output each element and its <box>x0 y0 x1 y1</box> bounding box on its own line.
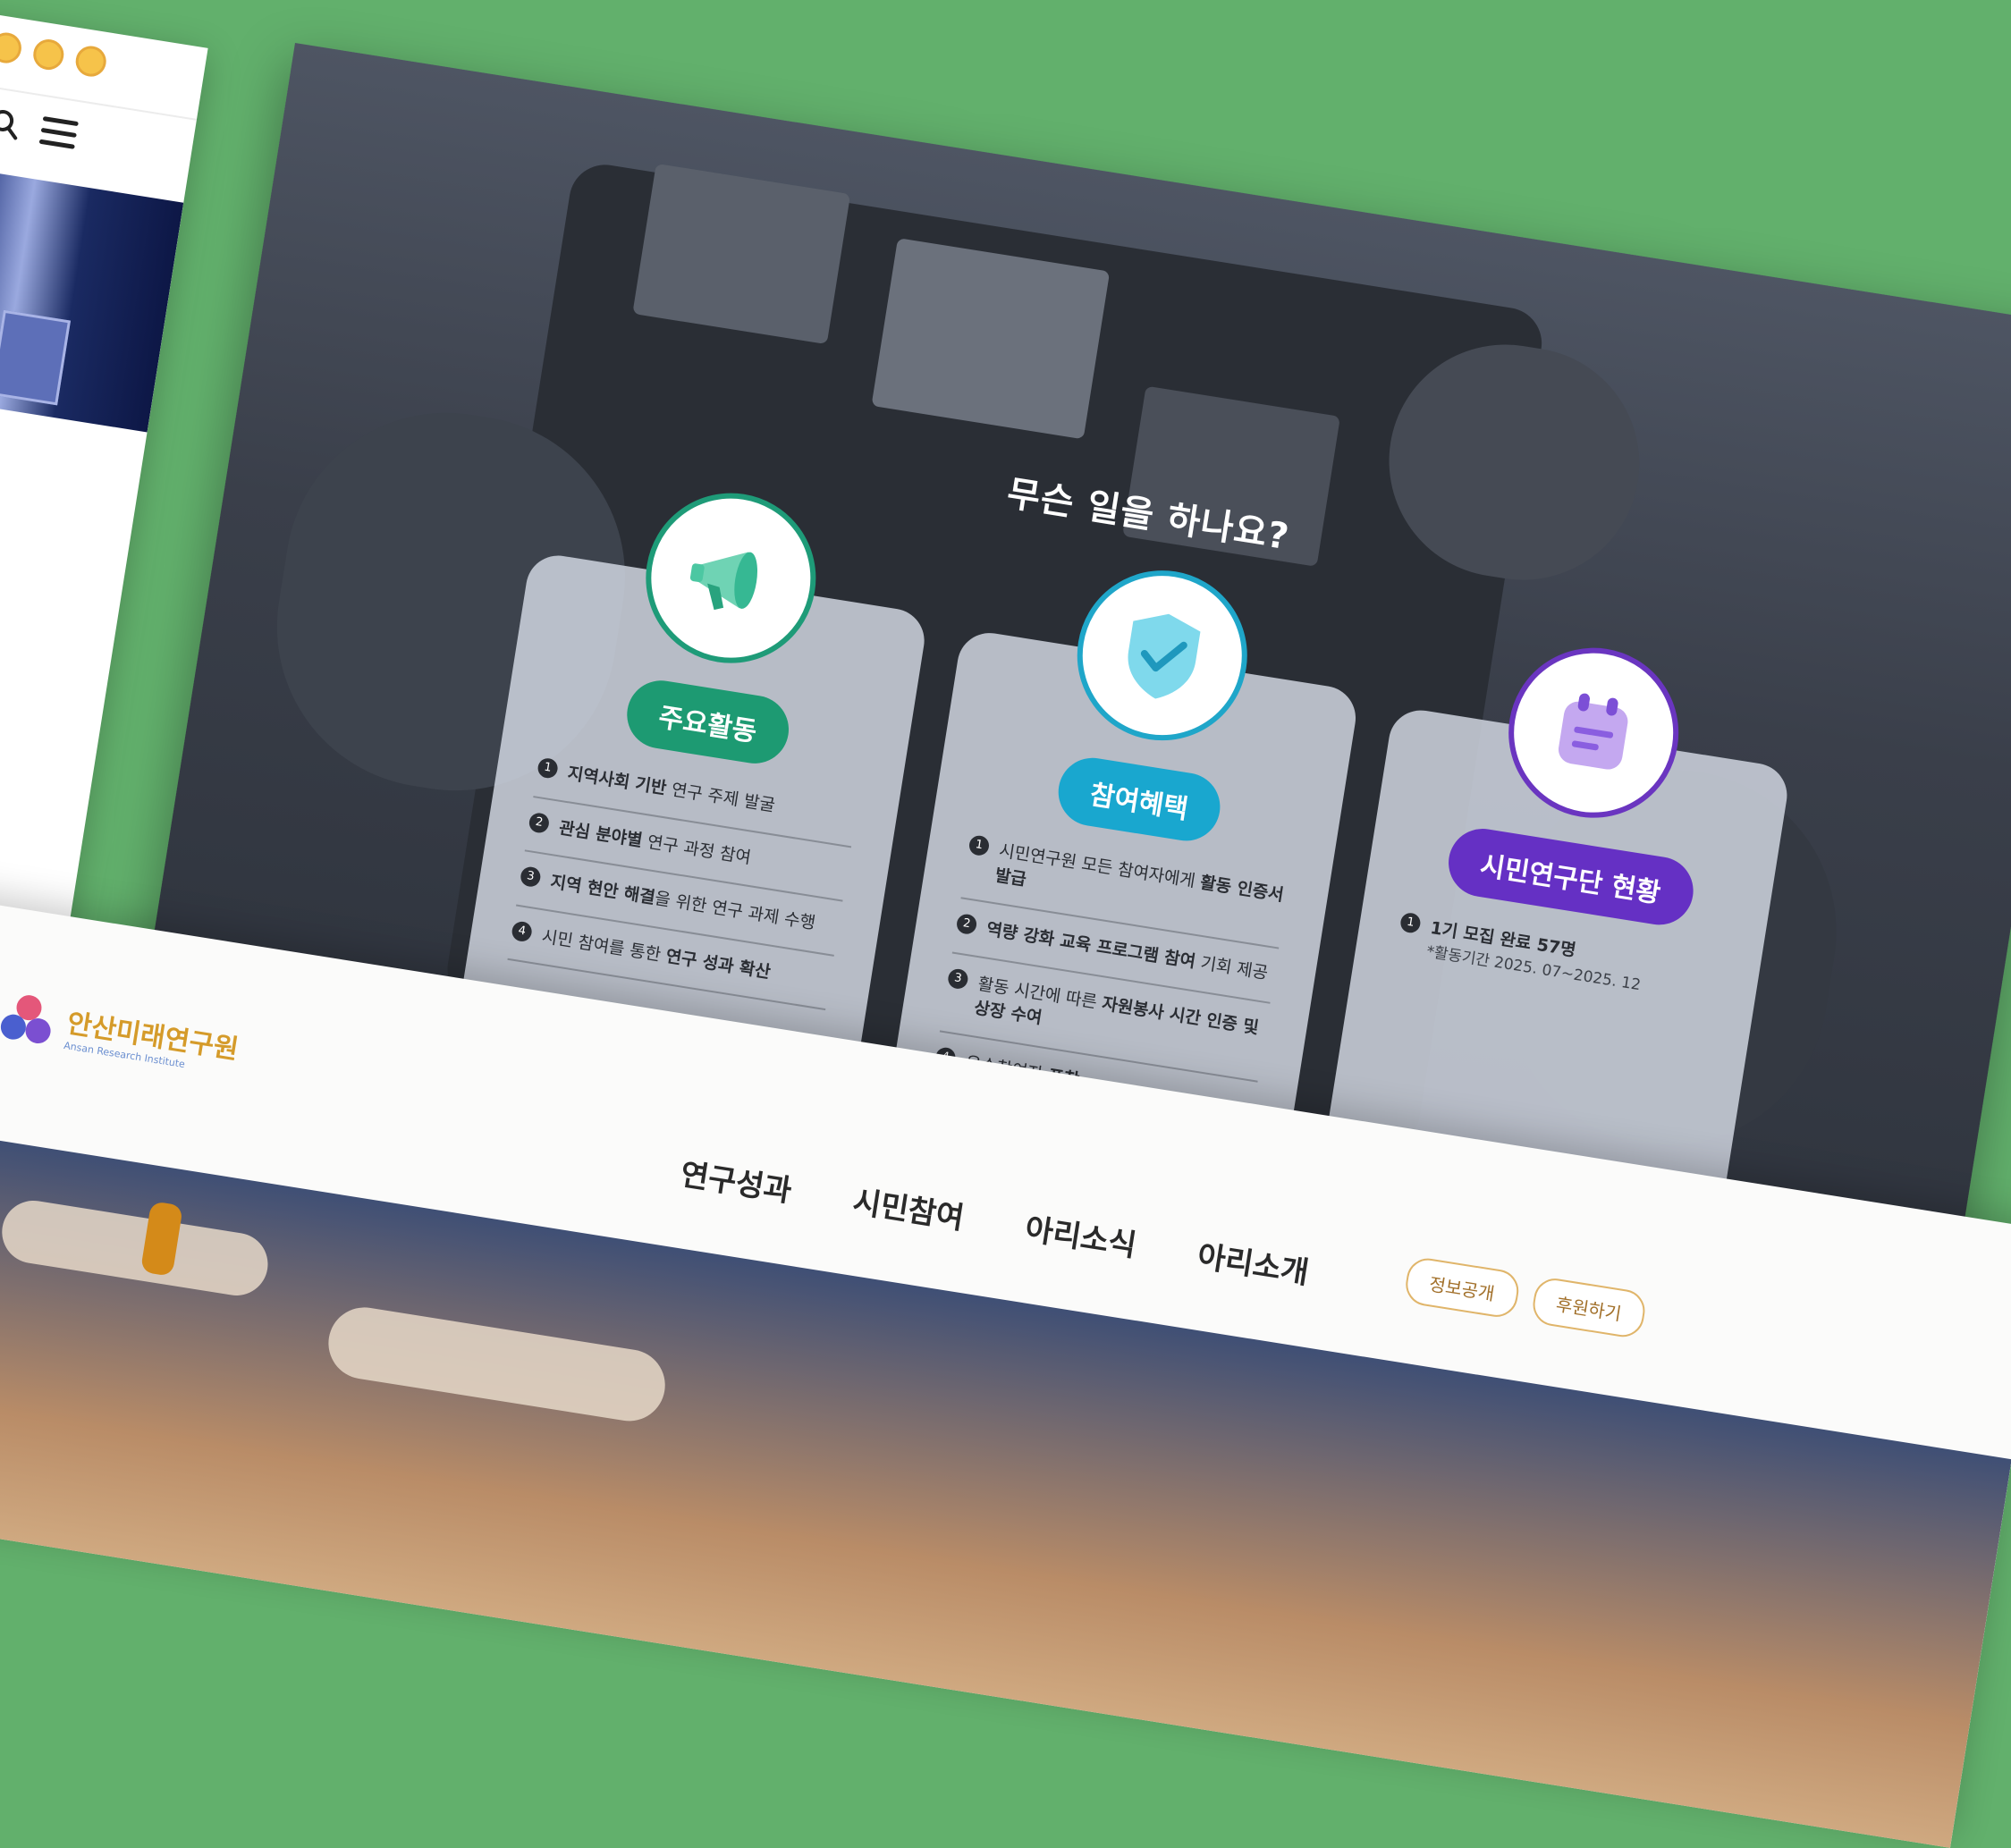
nav-item-research[interactable]: 연구성과 <box>678 1150 795 1211</box>
card-item-list: 1 지역사회 기반 연구 주제 발굴 2 관심 분야별 연구 과정 참여 3 지역 현… <box>507 742 860 1011</box>
card-label-badge: 주요활동 <box>621 675 794 769</box>
logo-mark-icon <box>0 995 51 1044</box>
utility-links: 정보공개 후원하기 <box>1402 1255 1649 1340</box>
left-hero-image <box>0 144 184 433</box>
nav-item-about[interactable]: 아리소개 <box>1195 1231 1312 1292</box>
site-logo[interactable]: 안산미래연구원 Ansan Research Institute <box>0 988 242 1080</box>
window-dot-icon[interactable] <box>0 30 24 65</box>
search-icon[interactable] <box>0 106 22 141</box>
card-label-badge: 참여혜택 <box>1053 753 1226 846</box>
donate-button[interactable]: 후원하기 <box>1529 1275 1649 1340</box>
hamburger-menu-icon[interactable] <box>38 115 79 152</box>
window-dot-icon[interactable] <box>30 37 66 72</box>
info-disclosure-button[interactable]: 정보공개 <box>1402 1255 1522 1321</box>
window-dot-icon[interactable] <box>73 44 109 80</box>
nav-item-news[interactable]: 아리소식 <box>1022 1204 1139 1265</box>
nav-item-citizen[interactable]: 시민참여 <box>850 1177 967 1237</box>
building-graphic <box>0 309 72 406</box>
